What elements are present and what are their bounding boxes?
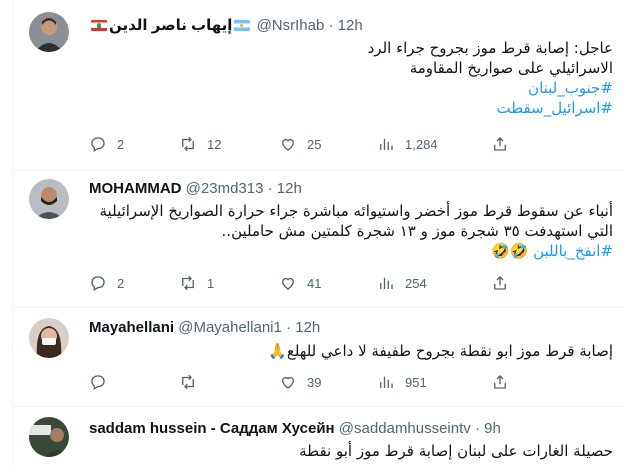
tweet-line: التي استهدفت ٣٥ شجرة موز و ١٣ شجرة كلمتي… (221, 222, 613, 240)
share-icon (494, 137, 506, 151)
views-icon (380, 277, 393, 289)
handle[interactable]: @23md313 (186, 180, 264, 197)
tweet-line: حصيلة الغارات على لبنان إصابة قرط موز أب… (299, 442, 613, 460)
reply-icon (91, 375, 105, 390)
reply-count: 2 (117, 136, 125, 152)
share-button[interactable] (491, 273, 509, 293)
tweet-header: إيهاب ناصر الدين @NsrIhab · 12h (89, 16, 363, 36)
reply-count: 2 (117, 275, 125, 291)
separator: · (286, 319, 292, 336)
tweet[interactable]: MOHAMMAD @23md313 · 12h أنباء عن سقوط قر… (13, 171, 624, 308)
retweet-button[interactable]: 1 (179, 273, 214, 293)
lebanon-flag-icon (91, 20, 107, 31)
like-button[interactable]: 39 (279, 372, 321, 392)
tweet-text: حصيلة الغارات على لبنان إصابة قرط موز أب… (89, 441, 613, 461)
tweet-line: إصابة قرط موز ابو نقطة بجروح طفيفة لا دا… (268, 342, 613, 360)
like-button[interactable]: 25 (279, 134, 321, 154)
views-count: 951 (405, 374, 427, 390)
tweet-actions: 2 12 25 1,284 (89, 134, 609, 154)
reply-icon (91, 137, 105, 152)
separator: · (328, 17, 334, 34)
share-button[interactable] (491, 372, 509, 392)
like-count: 39 (307, 374, 322, 390)
avatar[interactable] (29, 179, 69, 219)
tweet-line: أنباء عن سقوط قرط موز أخضر واستيوائه مبا… (99, 202, 613, 220)
tweet-line: الاسرائيلي على صواريخ المقاومة (409, 59, 613, 77)
like-icon (282, 138, 294, 151)
avatar[interactable] (29, 318, 69, 358)
separator: · (474, 420, 480, 437)
argentina-flag-icon (234, 20, 251, 31)
avatar[interactable] (29, 12, 69, 52)
share-icon (494, 375, 506, 389)
avatar[interactable] (29, 417, 69, 457)
reply-icon (91, 276, 105, 291)
reply-button[interactable] (89, 372, 117, 392)
reply-button[interactable]: 2 (89, 134, 124, 154)
tweet-header: saddam hussein - Саддам Хусейн @saddamhu… (89, 419, 501, 439)
display-name[interactable]: Mayahellani (89, 319, 174, 336)
separator: · (267, 180, 273, 197)
retweet-count: 1 (207, 275, 215, 291)
display-name[interactable]: إيهاب ناصر الدين (109, 17, 232, 34)
views-icon (380, 376, 393, 388)
tweet-actions: 2 1 41 254 (89, 273, 609, 293)
like-icon (282, 376, 294, 389)
hashtag-link[interactable]: #جنوب_لبنان (89, 78, 613, 98)
timestamp[interactable]: 12h (295, 319, 320, 336)
timestamp[interactable]: 9h (484, 420, 501, 437)
timestamp[interactable]: 12h (338, 17, 363, 34)
views-count: 1,284 (405, 136, 438, 152)
tweet[interactable]: Mayahellani @Mayahellani1 · 12h إصابة قر… (13, 308, 624, 407)
tweet-line: عاجل: إصابة قرط موز بجروح جراء الرد (367, 39, 613, 57)
tweet-text: عاجل: إصابة قرط موز بجروح جراء الرد الاس… (89, 38, 613, 118)
like-count: 25 (307, 136, 322, 152)
like-icon (282, 277, 294, 290)
retweet-count: 12 (207, 136, 222, 152)
reply-button[interactable]: 2 (89, 273, 124, 293)
views-button[interactable]: 1,284 (377, 134, 438, 154)
tweet-actions: 39 951 (89, 372, 609, 392)
handle[interactable]: @Mayahellani1 (178, 319, 282, 336)
hashtag-link[interactable]: #انفخ_باللبن 🤣🤣 (89, 241, 613, 261)
retweet-button[interactable]: 12 (179, 134, 221, 154)
views-icon (380, 138, 393, 150)
tweet[interactable]: saddam hussein - Саддам Хусейн @saddamhu… (13, 407, 624, 466)
handle[interactable]: @NsrIhab (257, 17, 325, 34)
display-name[interactable]: saddam hussein - Саддам Хусейн (89, 420, 335, 437)
retweet-icon (182, 136, 194, 152)
timestamp[interactable]: 12h (277, 180, 302, 197)
timeline-feed: إيهاب ناصر الدين @NsrIhab · 12h عاجل: إص… (12, 0, 624, 466)
retweet-icon (182, 374, 194, 390)
tweet-header: MOHAMMAD @23md313 · 12h (89, 179, 302, 199)
like-count: 41 (307, 275, 322, 291)
handle[interactable]: @saddamhusseintv (339, 420, 471, 437)
tweet[interactable]: إيهاب ناصر الدين @NsrIhab · 12h عاجل: إص… (13, 0, 624, 171)
tweet-text: أنباء عن سقوط قرط موز أخضر واستيوائه مبا… (89, 201, 613, 261)
views-button[interactable]: 254 (377, 273, 427, 293)
share-icon (494, 276, 506, 290)
display-name[interactable]: MOHAMMAD (89, 180, 181, 197)
retweet-button[interactable] (179, 372, 207, 392)
views-button[interactable]: 951 (377, 372, 427, 392)
like-button[interactable]: 41 (279, 273, 321, 293)
tweet-header: Mayahellani @Mayahellani1 · 12h (89, 318, 320, 338)
share-button[interactable] (491, 134, 509, 154)
retweet-icon (182, 275, 194, 291)
views-count: 254 (405, 275, 427, 291)
hashtag-link[interactable]: #اسرائيل_سقطت (89, 98, 614, 118)
tweet-text: إصابة قرط موز ابو نقطة بجروح طفيفة لا دا… (89, 341, 613, 361)
